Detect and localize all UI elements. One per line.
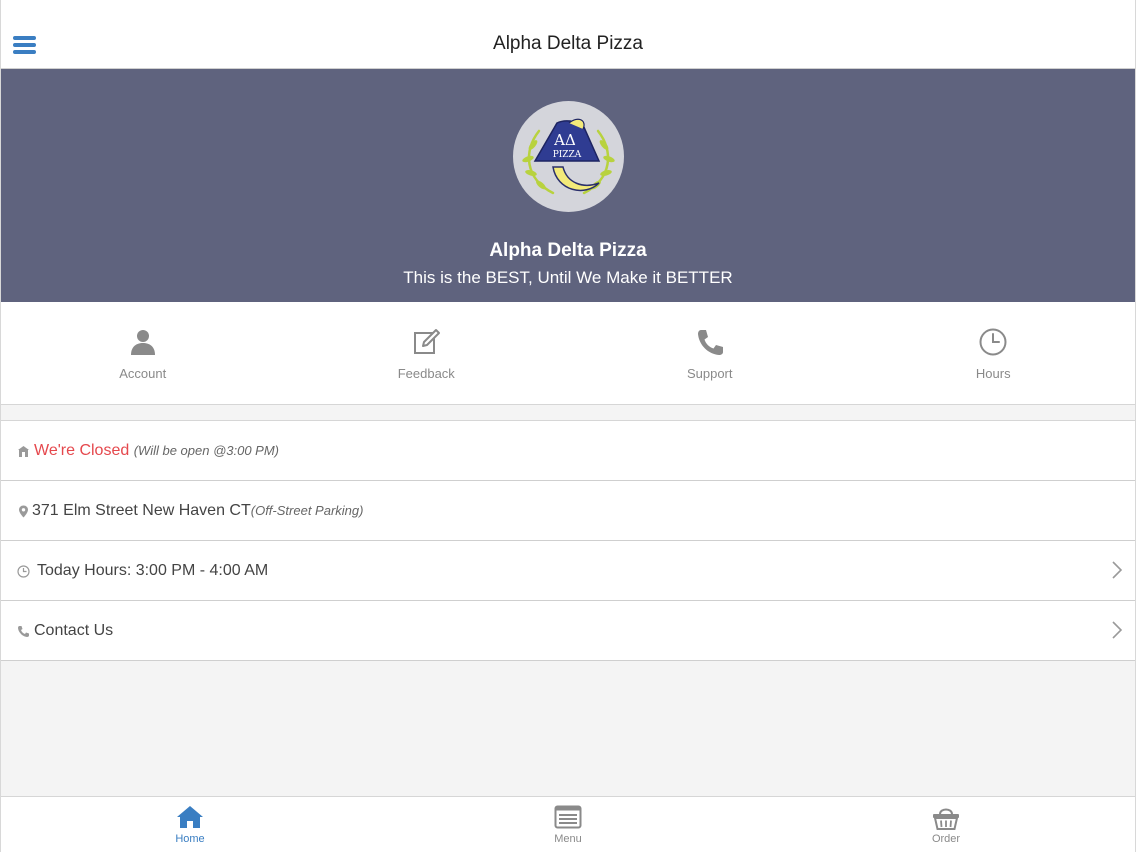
clock-icon: [17, 564, 30, 578]
user-icon: [130, 330, 155, 355]
phone-icon: [697, 330, 723, 355]
address-note: (Off-Street Parking): [250, 502, 364, 518]
address-text: 371 Elm Street New Haven CT: [32, 501, 251, 519]
logo-letters: AΔ: [553, 131, 576, 149]
phone-icon: [18, 625, 29, 637]
restaurant-tagline: This is the BEST, Until We Make it BETTE…: [403, 268, 733, 287]
chevron-right-icon: [1112, 560, 1123, 579]
menu-list-icon: [554, 805, 582, 829]
support-label: Support: [686, 366, 733, 381]
contact-row[interactable]: Contact Us: [1, 601, 1135, 661]
restaurant-logo: AΔ PIZZA: [513, 101, 624, 212]
hours-row[interactable]: Today Hours: 3:00 PM - 4:00 AM: [1, 541, 1135, 601]
tab-menu-label: Menu: [554, 833, 582, 845]
hours-button[interactable]: Hours: [852, 302, 1136, 404]
status-note: (Will be open @3:00 PM): [133, 442, 280, 458]
quick-actions: Account Feedback Support Hours: [1, 302, 1135, 405]
bottom-tab-bar: Home Menu Order: [1, 796, 1135, 852]
top-bar: Alpha Delta Pizza: [1, 0, 1135, 69]
status-text: We're Closed: [34, 441, 130, 459]
app-screen: Alpha Delta Pizza AΔ PIZZA Alpha Delta P…: [0, 0, 1136, 852]
feedback-button[interactable]: Feedback: [285, 302, 569, 404]
address-row[interactable]: 371 Elm Street New Haven CT(Off-Street P…: [1, 481, 1135, 541]
tab-menu[interactable]: Menu: [379, 797, 757, 852]
restaurant-name: Alpha Delta Pizza: [489, 240, 647, 261]
clock-icon: [979, 328, 1007, 356]
chevron-right-icon: [1112, 620, 1123, 639]
tab-order[interactable]: Order: [757, 797, 1135, 852]
tab-home[interactable]: Home: [1, 797, 379, 852]
hours-text: Today Hours: 3:00 PM - 4:00 AM: [37, 561, 269, 579]
account-label: Account: [119, 366, 167, 381]
account-button[interactable]: Account: [1, 302, 285, 404]
basket-icon: [933, 808, 959, 830]
restaurant-hero: AΔ PIZZA Alpha Delta Pizza This is the B…: [1, 69, 1135, 302]
map-pin-icon: [19, 505, 28, 517]
info-list: We're Closed (Will be open @3:00 PM) 371…: [1, 420, 1135, 661]
page-title: Alpha Delta Pizza: [493, 33, 643, 54]
tab-order-label: Order: [931, 833, 961, 845]
status-row: We're Closed (Will be open @3:00 PM): [1, 421, 1135, 481]
logo-word: PIZZA: [553, 150, 582, 160]
hours-label: Hours: [975, 366, 1011, 381]
contact-text: Contact Us: [34, 621, 114, 639]
edit-icon: [414, 329, 441, 354]
support-button[interactable]: Support: [568, 302, 852, 404]
feedback-label: Feedback: [397, 366, 455, 381]
home-icon: [177, 806, 203, 828]
store-icon: [18, 445, 29, 457]
tab-home-label: Home: [175, 833, 205, 845]
